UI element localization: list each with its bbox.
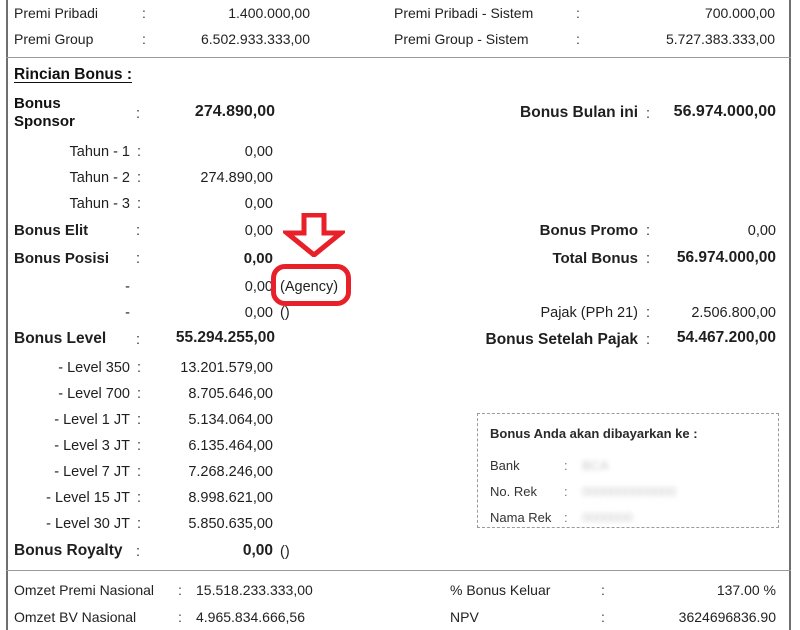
bonus-elit-label: Bonus Elit: [14, 222, 89, 239]
bonus-level-value: 55.294.255,00: [175, 329, 275, 346]
level-1jt-value: 5.134.064,00: [188, 412, 273, 428]
header-left-value-0: 1.400.000,00: [228, 5, 310, 21]
header-right-value-0: 700.000,00: [704, 5, 775, 21]
header-right-label-1: Premi Group - Sistem: [394, 31, 529, 47]
payout-namarek-colon: :: [564, 510, 568, 525]
level-350-value: 13.201.579,00: [180, 360, 273, 376]
footer-right-label-1: NPV: [450, 609, 479, 625]
red-rounded-highlight-box: [271, 264, 351, 306]
payout-norek-value: 0000000000000: [582, 484, 676, 499]
page-title: Rincian Bonus :: [14, 66, 132, 83]
level-700-value: 8.705.646,00: [188, 386, 273, 402]
footer-left-value-1: 4.965.834.666,56: [196, 609, 305, 625]
red-down-arrow-icon: [279, 212, 349, 259]
bonus-detail-report: Premi Pribadi : 1.400.000,00 Premi Group…: [0, 0, 800, 630]
header-right-label-0: Premi Pribadi - Sistem: [394, 5, 534, 21]
bonus-royalty-value: 0,00: [242, 542, 273, 559]
level-7jt-value: 7.268.246,00: [188, 464, 273, 480]
header-right-value-1: 5.727.383.333,00: [666, 31, 775, 47]
payout-info-box: Bonus Anda akan dibayarkan ke : Bank : B…: [477, 413, 779, 528]
bonus-posisi-label: Bonus Posisi: [14, 250, 110, 267]
payout-bank-colon: :: [564, 458, 568, 473]
footer-left-value-0: 15.518.233.333,00: [196, 582, 313, 598]
payout-norek-label: No. Rek: [490, 484, 537, 499]
bonus-promo-value: 0,00: [747, 223, 776, 239]
level-3jt-value: 6.135.464,00: [188, 438, 273, 454]
tahun-3-value: 0,00: [244, 196, 273, 212]
tahun-1-value: 0,00: [244, 144, 273, 160]
header-left-value-1: 6.502.933.333,00: [201, 31, 310, 47]
footer-left-label-0: Omzet Premi Nasional: [14, 582, 155, 598]
payout-box-title: Bonus Anda akan dibayarkan ke :: [490, 426, 698, 441]
footer-right-label-0: % Bonus Keluar: [450, 582, 551, 598]
tahun-2-value: 274.890,00: [200, 170, 273, 186]
footer-left-colon-0: :: [178, 582, 182, 598]
bonus-elit-value: 0,00: [244, 223, 273, 239]
total-bonus-value: 56.974.000,00: [676, 249, 776, 266]
bonus-royalty-suffix: (): [280, 544, 290, 560]
payout-bank-label: Bank: [490, 458, 520, 473]
divider-top: [6, 57, 791, 58]
level-30jt-value: 5.850.635,00: [188, 516, 273, 532]
header-left-label-0: Premi Pribadi: [14, 5, 99, 21]
bonus-setelah-pajak-value: 54.467.200,00: [676, 329, 776, 346]
footer-right-value-0: 137.00 %: [716, 582, 776, 598]
pajak-value: 2.506.800,00: [691, 305, 776, 321]
posisi-sub-1-suffix: (): [280, 305, 290, 321]
level-15jt-value: 8.998.621,00: [188, 490, 273, 506]
bonus-sponsor-label: Bonus Sponsor: [14, 95, 75, 130]
payout-norek-colon: :: [564, 484, 568, 499]
bonus-sponsor-value: 274.890,00: [194, 103, 275, 120]
bonus-bulan-ini-value: 56.974.000,00: [673, 103, 776, 120]
frame-border-left: [6, 0, 8, 630]
payout-namarek-label: Nama Rek: [490, 510, 552, 525]
bonus-posisi-value: 0,00: [243, 250, 273, 267]
payout-bank-value: BCA: [582, 458, 609, 473]
payout-namarek-value: 0000000: [582, 510, 633, 525]
frame-border-right: [789, 0, 791, 630]
divider-bottom: [6, 570, 791, 571]
footer-left-colon-1: :: [178, 609, 182, 625]
header-left-label-1: Premi Group: [14, 31, 94, 47]
footer-left-label-1: Omzet BV Nasional: [14, 609, 137, 625]
posisi-sub-1-value: 0,00: [244, 305, 273, 321]
posisi-sub-0-value: 0,00: [244, 279, 273, 295]
footer-right-value-1: 3624696836.90: [678, 609, 776, 625]
